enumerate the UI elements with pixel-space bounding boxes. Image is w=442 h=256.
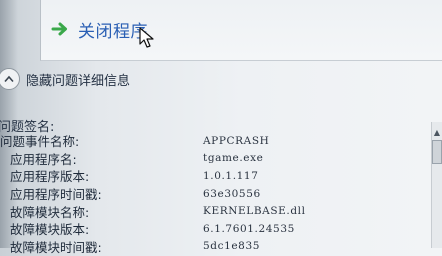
signature-key: 应用程序版本: bbox=[10, 169, 90, 185]
signature-row: 应用程序时间戳: 63e30556 bbox=[0, 185, 306, 203]
green-right-arrow-icon bbox=[51, 22, 67, 36]
signature-row: 问题事件名称: APPCRASH bbox=[0, 132, 306, 150]
signature-row: 故障模块版本: 6.1.7601.24535 bbox=[0, 220, 306, 238]
mouse-pointer-icon bbox=[139, 27, 154, 48]
signature-key: 应用程序时间戳: bbox=[10, 187, 102, 203]
signature-value: 1.0.1.117 bbox=[203, 169, 259, 182]
signature-row: 应用程序名: tgame.exe bbox=[0, 150, 306, 168]
hide-details-toggle[interactable]: 隐藏问题详细信息 bbox=[0, 64, 130, 94]
signature-key: 故障模块版本: bbox=[10, 222, 90, 238]
signature-value: APPCRASH bbox=[203, 134, 270, 147]
signature-row: 故障模块名称: KERNELBASE.dll bbox=[0, 202, 306, 220]
signature-value: tgame.exe bbox=[203, 152, 264, 165]
signature-key: 应用程序名: bbox=[10, 151, 77, 167]
signature-value: KERNELBASE.dll bbox=[203, 205, 306, 218]
signature-row: 故障模块时间戳: 5dc1e835 bbox=[0, 238, 306, 256]
problem-signature-table: 问题事件名称: APPCRASH 应用程序名: tgame.exe 应用程序版本… bbox=[0, 132, 306, 255]
scroll-up-icon[interactable]: ▲ bbox=[434, 128, 440, 137]
close-program-button[interactable]: 关闭程序 bbox=[50, 14, 148, 44]
hide-details-label: 隐藏问题详细信息 bbox=[26, 73, 131, 89]
signature-key: 问题事件名称: bbox=[0, 134, 80, 150]
signature-value: 6.1.7601.24535 bbox=[203, 222, 295, 235]
signature-value: 5dc1e835 bbox=[203, 240, 261, 253]
scrollbar-thumb[interactable] bbox=[432, 140, 442, 164]
signature-row: 应用程序版本: 1.0.1.117 bbox=[0, 167, 306, 185]
signature-key: 故障模块名称: bbox=[10, 204, 90, 220]
chevron-up-icon bbox=[0, 68, 20, 90]
signature-key: 故障模块时间戳: bbox=[10, 239, 102, 255]
signature-value: 63e30556 bbox=[203, 187, 261, 200]
